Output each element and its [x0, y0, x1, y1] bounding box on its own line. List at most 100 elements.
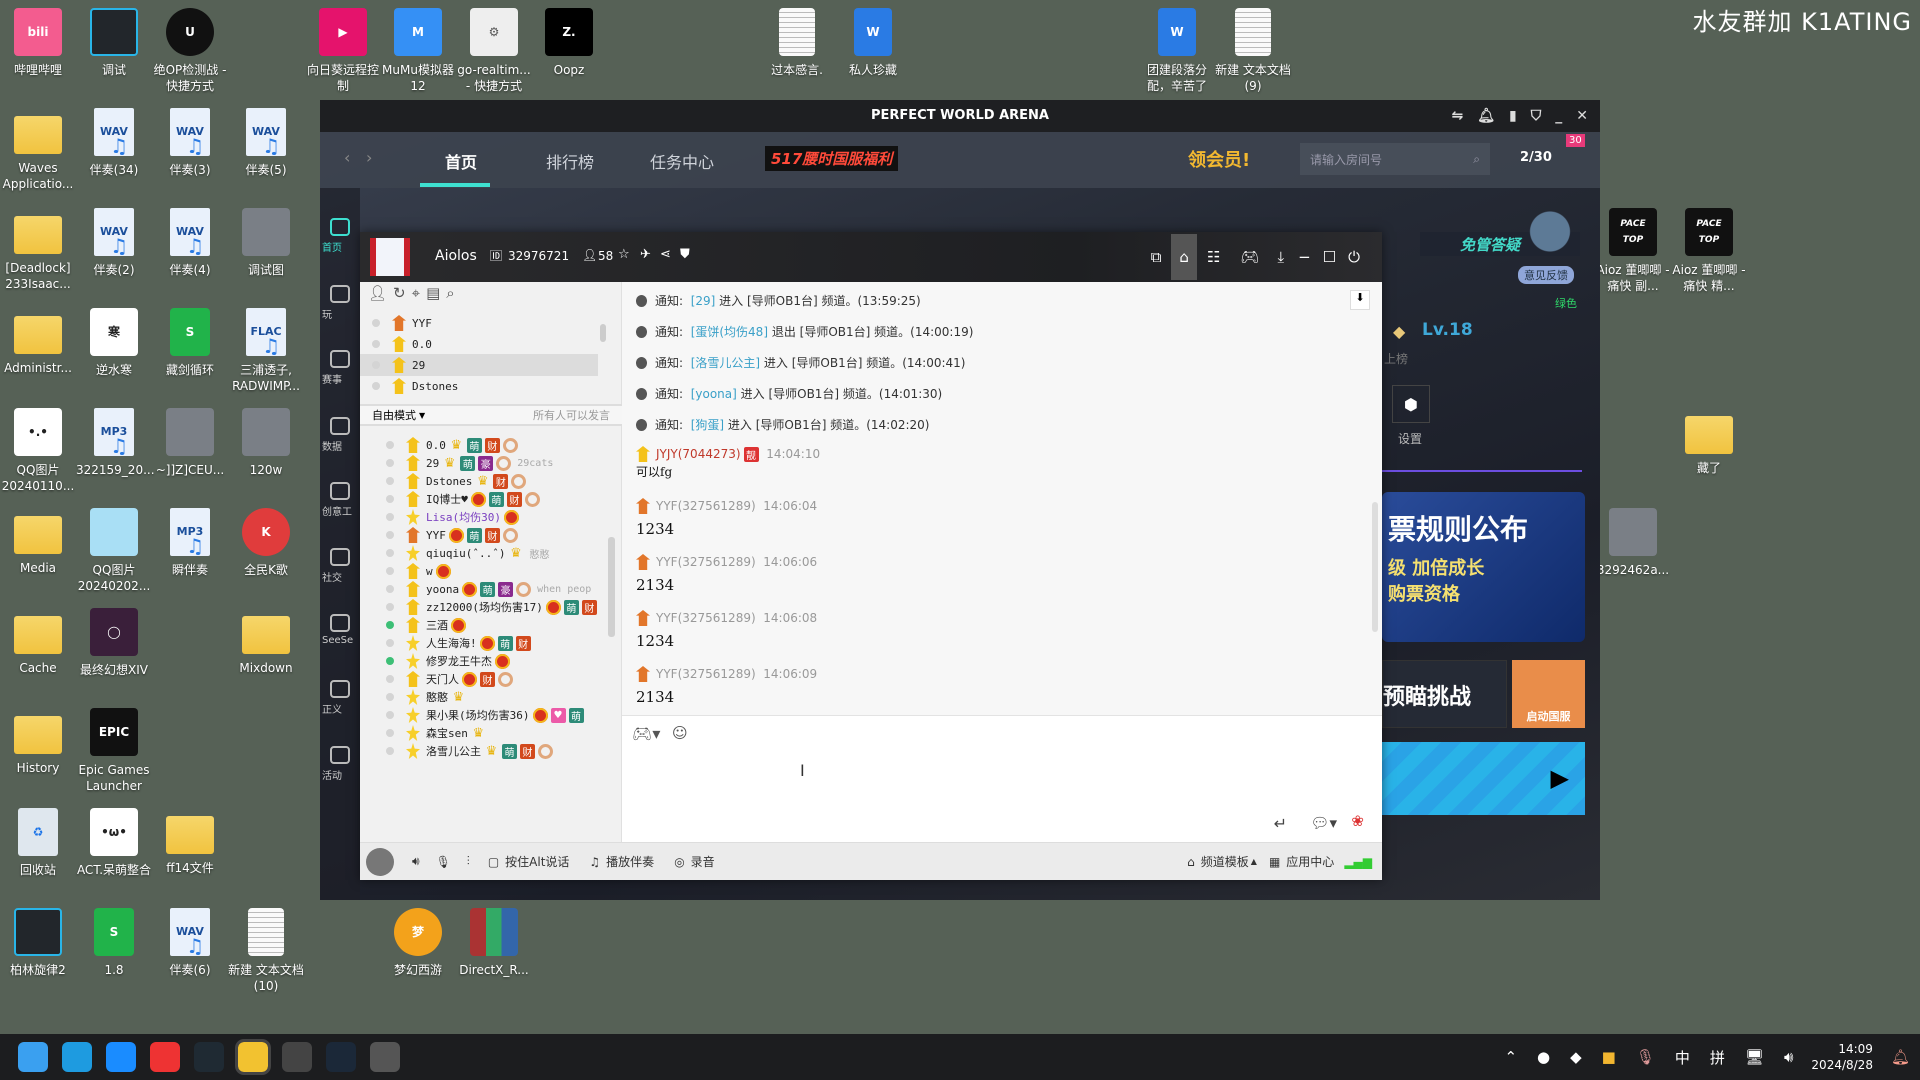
desktop-icon[interactable]: WAV 伴奏(34) [76, 108, 152, 178]
search-icon[interactable]: ⌕ [1473, 152, 1480, 167]
ime-mode[interactable]: 拼 [1710, 1047, 1725, 1068]
music-icon[interactable]: ♫ [589, 855, 600, 869]
accompany-button[interactable]: 播放伴奏 [606, 853, 654, 870]
desktop-icon[interactable]: Cache [0, 608, 76, 676]
member-row[interactable]: 洛雪儿公主 ♛ 萌财 [360, 742, 605, 760]
member-row[interactable]: 憨憨 ♛ [360, 688, 605, 706]
gem-tray-icon[interactable]: ◆ [1570, 1048, 1582, 1066]
desktop-icon[interactable]: WAV 伴奏(6) [152, 908, 228, 978]
desktop-icon[interactable]: M MuMu模拟器12 [380, 8, 456, 94]
desktop-icon[interactable]: History [0, 708, 76, 776]
desktop-icon[interactable]: 3292462a... [1595, 508, 1671, 578]
channel-name[interactable]: Aiolos [435, 248, 477, 264]
star-icon[interactable]: ☆ [618, 247, 630, 262]
desktop-icon[interactable]: ~]]Z]CEU... [152, 408, 228, 478]
desktop-icon[interactable]: PACE TOP Aioz 董唧唧 - 痛快 精... [1671, 208, 1747, 294]
steam-icon[interactable] [326, 1042, 356, 1072]
shield-icon[interactable]: ⛊ [680, 247, 690, 262]
member-row[interactable]: 果小果(场均伤害36) ♥ 萌 [360, 706, 605, 724]
chevron-down-icon[interactable]: ▼ [419, 411, 425, 420]
user-link[interactable]: [蛋饼(均伤48] [691, 323, 768, 340]
list-icon[interactable]: ☷ [1207, 248, 1220, 266]
power-button[interactable]: ⏻ [1348, 248, 1360, 266]
desktop-icon[interactable]: ff14文件 [152, 808, 228, 876]
send-icon[interactable]: ↵ [1274, 814, 1287, 833]
edge-icon[interactable] [62, 1042, 92, 1072]
member-row[interactable]: 天门人 财 [360, 670, 605, 688]
user-link[interactable]: [狗蛋] [691, 416, 724, 433]
desktop-icon[interactable]: ◯ 最终幻想XIV [76, 608, 152, 678]
members-icon[interactable]: 👤︎ [368, 284, 387, 302]
desktop-icon[interactable]: WAV 伴奏(5) [228, 108, 304, 178]
netease-music-icon[interactable] [150, 1042, 180, 1072]
desktop-icon[interactable]: EPIC Epic Games Launcher [76, 708, 152, 794]
signal-icon[interactable]: ▮ [1509, 100, 1517, 132]
share-icon[interactable]: ⋖ [660, 247, 671, 262]
chat-scrollbar[interactable] [1372, 502, 1378, 632]
clock[interactable]: 14:09 2024/8/28 [1811, 1041, 1873, 1073]
message-input[interactable]: 🎮︎▾ ☺ I ↵ 💬︎▾ ❀ [622, 715, 1382, 842]
desktop-icon[interactable]: MP3 瞬伴奏 [152, 508, 228, 578]
desktop-icon[interactable]: WAV 伴奏(4) [152, 208, 228, 278]
desktop-icon[interactable]: ⚙ go-realtim... - 快捷方式 [456, 8, 532, 94]
user-avatar[interactable] [366, 847, 394, 876]
desktop-icon[interactable]: •ω• ACT.呆萌整合 [76, 808, 152, 878]
member-row[interactable]: qiuqiu(ˆ..ˆ) ♛ 憨憨 [360, 544, 605, 562]
refresh-icon[interactable]: ↻ [393, 284, 406, 302]
message-author[interactable]: YYF(327561289) [656, 667, 756, 681]
home-icon[interactable]: ⌂ [1171, 234, 1197, 280]
desktop-icon[interactable]: 藏了 [1671, 408, 1747, 476]
apps-icon[interactable]: ▦ [1269, 855, 1280, 869]
mic-icon[interactable]: 🎙︎ [436, 855, 451, 869]
promo-banner[interactable]: 517腰时国服福利 [765, 146, 899, 171]
message-author[interactable]: JYJY(7044273) [656, 447, 741, 461]
desktop-icon[interactable]: S 1.8 [76, 908, 152, 978]
notification-bell-icon[interactable]: 🔔︎ [1891, 1048, 1910, 1066]
vip-button[interactable]: 领会员! [1188, 146, 1250, 172]
desktop-icon[interactable]: 寒逆水寒 [76, 308, 152, 378]
desktop-icon[interactable]: MP3 322159_20... [76, 408, 155, 478]
desktop-icon[interactable]: U 绝OP检测战 - 快捷方式 [152, 8, 228, 94]
desktop-icon[interactable]: ▶ 向日葵远程控制 [305, 8, 381, 94]
desktop-icon[interactable]: Waves Applicatio... [0, 108, 76, 192]
tab-tasks[interactable]: 任务中心 [650, 149, 714, 173]
network-icon[interactable]: 🖥︎ [1745, 1048, 1764, 1066]
desktop-icon[interactable]: 新建 文本文档 (9) [1215, 8, 1291, 94]
mic-tray-icon[interactable]: 🎙︎ [1636, 1048, 1655, 1066]
top-list-item[interactable]: YYF [360, 312, 598, 334]
location-icon[interactable]: ⌖ [412, 284, 420, 302]
desktop-icon[interactable]: ♻ 回收站 [0, 808, 76, 878]
desktop-icon[interactable]: 柏林旋律2 [0, 908, 76, 978]
gamepad-icon[interactable]: 🎮︎ [1240, 248, 1259, 266]
desktop-icon[interactable]: W 团建段落分配，辛苦了 [1139, 8, 1215, 94]
mascot-icon[interactable] [1520, 200, 1580, 270]
user-link[interactable]: [29] [691, 294, 716, 308]
push-to-talk-button[interactable]: 按住Alt说话 [505, 853, 569, 870]
member-row[interactable]: zz12000(场均伤害17) 萌财 [360, 598, 605, 616]
kugou-icon[interactable] [106, 1042, 136, 1072]
minimize-button[interactable]: − [1298, 248, 1311, 266]
desktop-icon[interactable]: S 藏剑循环 [152, 308, 228, 378]
message-author[interactable]: YYF(327561289) [656, 611, 756, 625]
desktop-icon[interactable]: Media [0, 508, 76, 576]
desktop-icon[interactable]: Mixdown [228, 608, 304, 676]
desktop-icon[interactable]: Administr... [0, 308, 76, 376]
mode-select[interactable]: 自由模式 [372, 407, 416, 423]
swap-icon[interactable]: ⇋ [1452, 100, 1464, 132]
desktop-icon[interactable]: 120w [228, 408, 304, 478]
user-link[interactable]: [yoona] [691, 387, 737, 401]
chevron-up-icon[interactable]: ⌃ [1504, 1048, 1517, 1066]
board-icon[interactable]: ▤ [426, 284, 440, 302]
shield-icon[interactable]: ⛉ [1531, 100, 1542, 132]
template-icon[interactable]: ⌂ [1187, 855, 1195, 869]
video-icon[interactable]: ⧉ [1151, 248, 1162, 266]
member-row[interactable]: IQ博士♥ 萌财 [360, 490, 605, 508]
mixer-icon[interactable]: ⫶ [467, 854, 470, 869]
desktop-icon[interactable]: FLAC 三浦透子, RADWIMP... [228, 308, 304, 394]
app-tray-icon[interactable]: ■ [1602, 1048, 1616, 1066]
top-list-item[interactable]: 0.0 [360, 333, 598, 355]
desktop-icon[interactable]: PACE TOP Aioz 董唧唧 - 痛快 副... [1595, 208, 1671, 294]
desktop-icon[interactable]: 调试图 [228, 208, 304, 278]
desktop-icon[interactable]: WAV 伴奏(2) [76, 208, 152, 278]
event-banner[interactable]: 票规则公布 级 加倍成长 购票资格 [1382, 492, 1585, 642]
